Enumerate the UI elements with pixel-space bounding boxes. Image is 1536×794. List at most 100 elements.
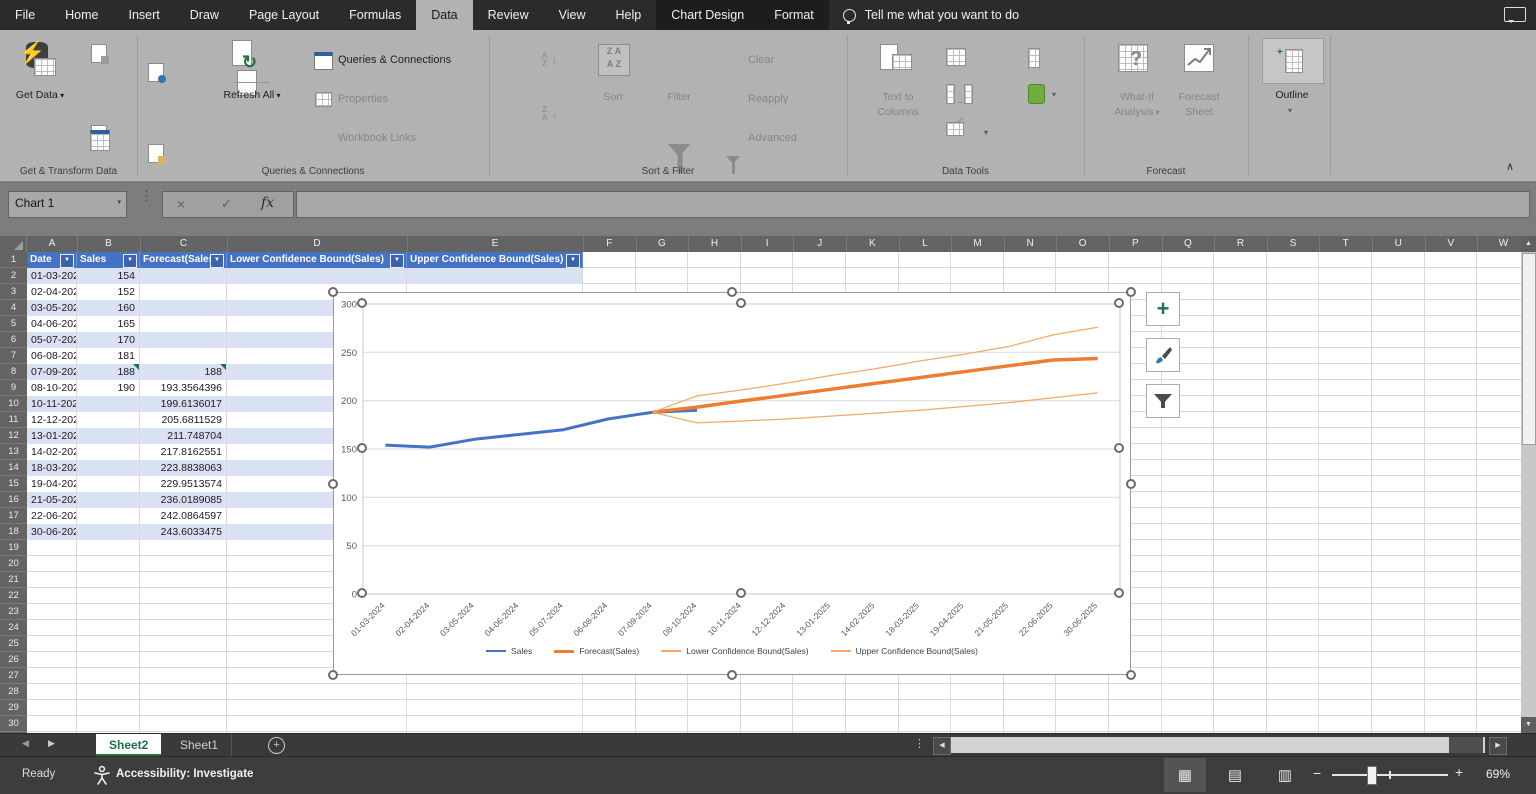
ribbon-tab-review[interactable]: Review xyxy=(473,0,544,30)
zoom-slider-thumb[interactable] xyxy=(1367,766,1377,785)
outline-button-box[interactable]: + xyxy=(1262,38,1324,84)
ribbon-tab-help[interactable]: Help xyxy=(601,0,657,30)
accessibility-icon[interactable] xyxy=(92,764,112,786)
table-cell[interactable]: 22-06-2025 xyxy=(27,508,77,524)
ribbon-tab-data[interactable]: Data xyxy=(416,0,472,30)
table-cell[interactable] xyxy=(407,268,583,284)
enter-icon[interactable]: ✓ xyxy=(221,196,232,212)
column-header-T[interactable]: T xyxy=(1319,236,1373,252)
comments-icon[interactable] xyxy=(1504,7,1526,22)
chart-elements-button[interactable]: + xyxy=(1146,292,1180,326)
table-cell[interactable]: 211.748704 xyxy=(140,428,227,444)
series-forecast-sales-[interactable] xyxy=(652,359,1097,413)
table-cell[interactable] xyxy=(77,476,140,492)
namebox-splitter[interactable]: ⋮ xyxy=(140,192,153,200)
ribbon-tab-format[interactable]: Format xyxy=(759,0,829,30)
legend-item[interactable]: Forecast(Sales) xyxy=(554,646,639,656)
row-header-16[interactable]: 16 xyxy=(0,492,27,508)
workbook-links-button[interactable]: Workbook Links xyxy=(338,132,416,144)
column-header-I[interactable]: I xyxy=(741,236,795,252)
filter-dropdown-icon[interactable]: ▼ xyxy=(123,254,137,268)
column-header-H[interactable]: H xyxy=(688,236,742,252)
table-cell[interactable]: 154 xyxy=(77,268,140,284)
row-header-11[interactable]: 11 xyxy=(0,412,27,428)
sheet-tab-sheet1[interactable]: Sheet1 xyxy=(167,734,232,756)
column-header-F[interactable]: F xyxy=(583,236,637,252)
table-cell[interactable] xyxy=(77,412,140,428)
queries-connections-button[interactable]: Queries & Connections xyxy=(338,54,451,66)
table-cell[interactable] xyxy=(140,284,227,300)
row-header-23[interactable]: 23 xyxy=(0,604,27,620)
consolidate-icon[interactable] xyxy=(1028,48,1040,68)
horizontal-scroll-thumb[interactable] xyxy=(1449,737,1483,753)
table-cell[interactable]: 05-07-2024 xyxy=(27,332,77,348)
properties-button[interactable]: Properties xyxy=(338,93,388,105)
ribbon-tab-formulas[interactable]: Formulas xyxy=(334,0,416,30)
from-text-csv-icon[interactable] xyxy=(91,44,107,63)
table-cell[interactable]: 07-09-2024 xyxy=(27,364,77,380)
table-cell[interactable]: 01-03-2024 xyxy=(27,268,77,284)
page-layout-view-button[interactable]: ▤ xyxy=(1214,758,1256,792)
table-cell[interactable]: 165 xyxy=(77,316,140,332)
row-headers[interactable]: 1234567891011121314151617181920212223242… xyxy=(0,252,27,733)
refresh-all-button[interactable]: Refresh All xyxy=(222,88,282,103)
vertical-scroll-thumb[interactable] xyxy=(1522,253,1536,445)
row-header-18[interactable]: 18 xyxy=(0,524,27,540)
table-cell[interactable]: 217.8162551 xyxy=(140,444,227,460)
tell-me-box[interactable]: Tell me what you want to do xyxy=(829,0,1019,30)
chart-filters-button[interactable] xyxy=(1146,384,1180,418)
legend-item[interactable]: Upper Confidence Bound(Sales) xyxy=(831,646,978,656)
table-header-2[interactable]: Sales▼ xyxy=(77,252,140,268)
table-cell[interactable]: 03-05-2024 xyxy=(27,300,77,316)
accessibility-status[interactable]: Accessibility: Investigate xyxy=(116,768,253,780)
series-lower-confidence-bound-sales-[interactable] xyxy=(652,393,1097,423)
table-cell[interactable]: 30-06-2025 xyxy=(27,524,77,540)
zoom-in-icon[interactable]: + xyxy=(1455,764,1463,780)
chart-resize-handle[interactable] xyxy=(328,670,338,680)
zoom-level[interactable]: 69% xyxy=(1486,767,1510,781)
row-header-14[interactable]: 14 xyxy=(0,460,27,476)
row-header-5[interactable]: 5 xyxy=(0,316,27,332)
plot-area-handle[interactable] xyxy=(736,298,746,308)
table-cell[interactable] xyxy=(77,460,140,476)
clear-button[interactable]: Clear xyxy=(748,54,774,66)
chart[interactable]: 05010015020025030001-03-202402-04-202403… xyxy=(333,292,1131,675)
column-header-A[interactable]: A xyxy=(27,236,78,252)
chart-resize-handle[interactable] xyxy=(1126,287,1136,297)
new-sheet-button[interactable]: + xyxy=(268,737,285,754)
table-cell[interactable] xyxy=(140,268,227,284)
column-header-J[interactable]: J xyxy=(793,236,847,252)
tab-scrollbar-splitter[interactable]: ⋮ xyxy=(914,737,925,750)
table-header-3[interactable]: Forecast(Sales)▼ xyxy=(140,252,227,268)
data-model-icon[interactable] xyxy=(1028,84,1045,104)
row-header-25[interactable]: 25 xyxy=(0,636,27,652)
hscroll-left-icon[interactable]: ◀ xyxy=(933,737,951,755)
table-cell[interactable] xyxy=(77,524,140,540)
ribbon-tab-draw[interactable]: Draw xyxy=(175,0,234,30)
row-header-7[interactable]: 7 xyxy=(0,348,27,364)
plot-area-handle[interactable] xyxy=(357,588,367,598)
vertical-scrollbar[interactable]: ▲ ▼ xyxy=(1521,236,1536,733)
legend-item[interactable]: Lower Confidence Bound(Sales) xyxy=(661,646,808,656)
column-headers[interactable]: ABCDEFGHIJKLMNOPQRSTUVW xyxy=(0,236,1521,252)
table-cell[interactable] xyxy=(77,492,140,508)
formula-input[interactable] xyxy=(296,191,1530,218)
name-box[interactable]: Chart 1 ▾ xyxy=(8,191,127,218)
table-cell[interactable]: 229.9513574 xyxy=(140,476,227,492)
filter-dropdown-icon[interactable]: ▼ xyxy=(390,254,404,268)
row-header-12[interactable]: 12 xyxy=(0,428,27,444)
sheet-tab-sheet2[interactable]: Sheet2 xyxy=(96,734,161,756)
plot-area-handle[interactable] xyxy=(1114,443,1124,453)
row-header-22[interactable]: 22 xyxy=(0,588,27,604)
column-header-P[interactable]: P xyxy=(1109,236,1163,252)
chevron-down-icon[interactable]: ▾ xyxy=(1052,90,1056,99)
row-header-20[interactable]: 20 xyxy=(0,556,27,572)
chart-resize-handle[interactable] xyxy=(727,670,737,680)
table-cell[interactable] xyxy=(227,268,407,284)
existing-connections-icon[interactable] xyxy=(148,144,164,163)
filter-button[interactable]: Filter xyxy=(658,90,700,105)
column-header-M[interactable]: M xyxy=(951,236,1005,252)
ribbon-tab-chart-design[interactable]: Chart Design xyxy=(656,0,759,30)
row-header-21[interactable]: 21 xyxy=(0,572,27,588)
row-header-6[interactable]: 6 xyxy=(0,332,27,348)
